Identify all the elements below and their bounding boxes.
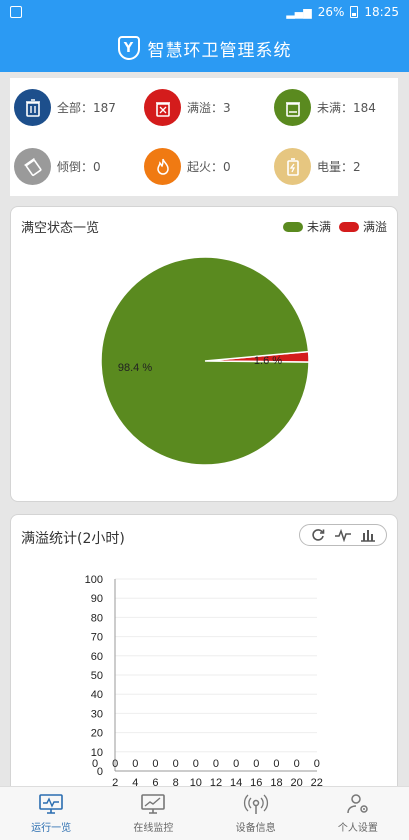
app-logo-icon: Y [117,36,140,60]
overflow-bar-chart: 01020304050607080901000 02040608010012014… [85,574,323,789]
battery-icon [350,6,359,18]
summary-label: 全部：187 [57,101,116,115]
trash-bin-icon [14,89,51,126]
overflow-bin-icon [144,89,181,126]
user-settings-icon [345,793,371,815]
battery-icon [274,148,311,185]
status-right: ▂▄▆ 26% 18:25 [286,5,399,19]
battery-percent: 26% [317,5,345,19]
summary-item[interactable]: 倾倒：0 [14,137,144,196]
y-tick-label: 40 [91,689,103,701]
fill-status-card: 满空状态一览 未满 满溢 98.4 % 1.6 % [10,206,398,502]
pie-data-label: 1.6 % [254,355,282,367]
bar-value-label: 0 [112,758,118,770]
y-tick-label: 20 [91,728,103,740]
bar-value-label: 0 [132,758,138,770]
tab-item[interactable]: 运行一览 [0,787,102,840]
tab-item[interactable]: 设备信息 [205,787,307,840]
tab-item[interactable]: 个人设置 [307,787,409,840]
bar-value-label: 0 [193,758,199,770]
pie-data-label: 98.4 % [118,362,152,374]
logo-letter: Y [123,40,134,56]
not-full-bin-icon [274,89,311,126]
bar-value-label: 0 [314,758,320,770]
y-tick-label: 60 [91,651,103,663]
bottom-tab-bar: 运行一览 在线监控 设备信息 个人设置 [0,786,409,840]
bar-value-label: 0 [273,758,279,770]
bar-value-label: 0 [92,758,98,770]
tab-label: 在线监控 [133,823,174,834]
tab-label: 个人设置 [337,823,378,834]
y-tick-label: 10 [91,747,103,759]
bar-value-label: 0 [152,758,158,770]
bar-value-label: 0 [213,758,219,770]
summary-label: 倾倒：0 [57,160,101,174]
bar-value-label: 0 [233,758,239,770]
summary-item[interactable]: 起火：0 [144,137,274,196]
pie-chart: 98.4 % 1.6 % [100,256,310,466]
broadcast-icon [243,793,269,815]
bar-value-label: 0 [253,758,259,770]
overflow-stats-card: 满溢统计(2小时) 0 10 20 30 40 50 60 70 80 90 100 0 0 2 0 4 0 6 0… [10,514,398,794]
bar-value-label: 0 [173,758,179,770]
y-tick-label: 70 [91,632,103,644]
fire-icon [144,148,181,185]
status-bar: ▂▄▆ 26% 18:25 [0,0,409,24]
summary-panel: 全部：187 满溢：3 未满：184 倾倒：0 起火：0 电量：2 [10,78,398,196]
summary-item[interactable]: 电量：2 [274,137,402,196]
summary-item[interactable]: 全部：187 [14,78,144,137]
tab-label: 设备信息 [235,823,276,834]
trend-monitor-icon [140,793,166,815]
bar-value-label: 0 [294,758,300,770]
summary-label: 满溢：3 [187,101,231,115]
screenshot-notification-icon [10,6,22,18]
signal-icon: ▂▄▆ [286,5,312,19]
y-tick-label: 80 [91,612,103,624]
y-tick-label: 90 [91,593,103,605]
summary-item[interactable]: 满溢：3 [144,78,274,137]
tab-label: 运行一览 [31,823,72,834]
app-title: 智慧环卫管理系统 [147,40,292,61]
summary-label: 电量：2 [317,160,361,174]
y-tick-label: 100 [85,574,103,586]
app-header: Y 智慧环卫管理系统 [0,24,409,72]
summary-item[interactable]: 未满：184 [274,78,402,137]
clock: 18:25 [364,5,399,19]
tipped-bin-icon [14,148,51,185]
dashboard-monitor-icon [38,793,64,815]
y-tick-label: 50 [91,670,103,682]
y-tick-label: 30 [91,708,103,720]
summary-label: 未满：184 [317,101,376,115]
summary-label: 起火：0 [187,160,231,174]
tab-item[interactable]: 在线监控 [102,787,204,840]
